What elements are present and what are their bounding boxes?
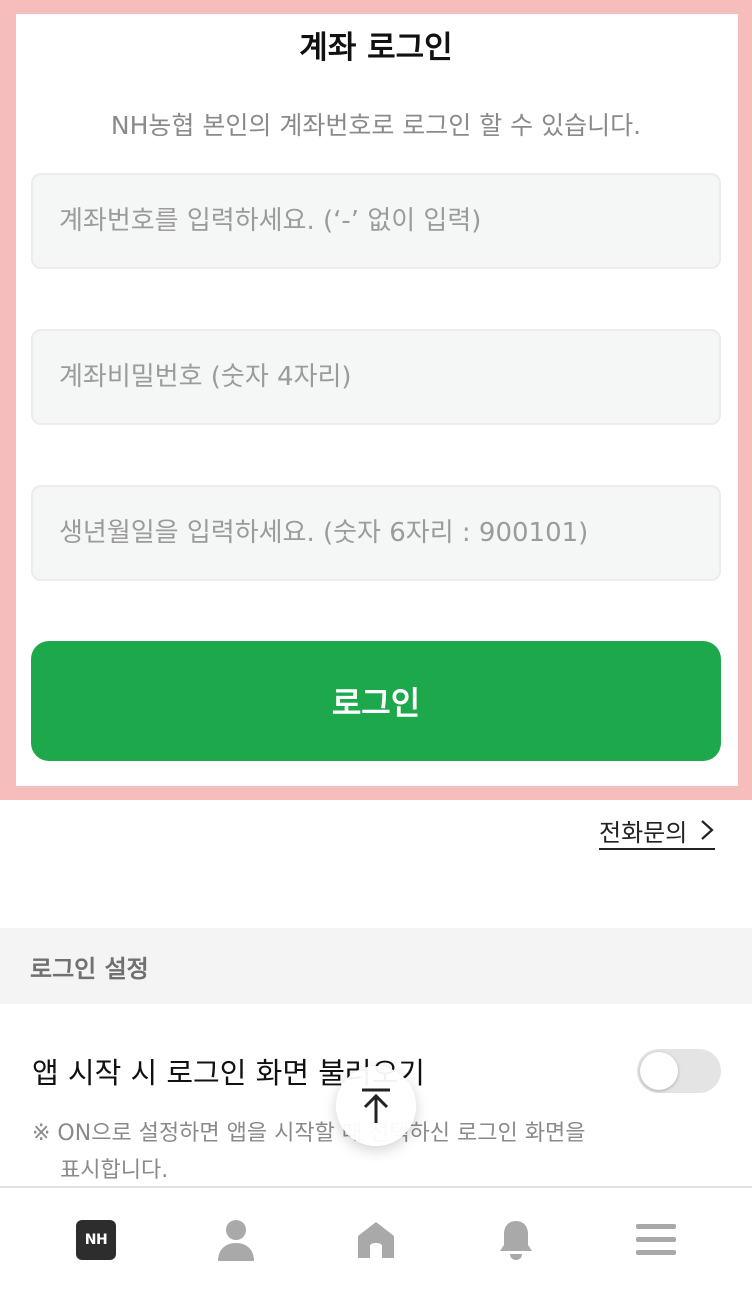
home-icon xyxy=(358,1222,394,1258)
chevron-right-icon xyxy=(701,820,714,840)
nav-item-nh[interactable]: NH xyxy=(46,1200,146,1280)
nav-item-menu[interactable] xyxy=(606,1200,706,1280)
note-line-1: ※ ON으로 설정하면 앱을 시작할 때 선택하신 로그인 화면을 xyxy=(32,1121,586,1146)
note-line-2: 표시합니다. xyxy=(60,1158,169,1183)
section-title: 로그인 설정 xyxy=(30,954,149,983)
bottom-navigation: NH xyxy=(0,1186,752,1292)
arrow-up-icon xyxy=(362,1088,390,1123)
login-button[interactable]: 로그인 xyxy=(31,641,721,761)
birthdate-input[interactable] xyxy=(31,485,721,581)
page-title: 계좌 로그인 xyxy=(299,30,453,66)
phone-inquiry-label: 전화문의 xyxy=(599,818,688,847)
nav-item-profile[interactable] xyxy=(186,1200,286,1280)
login-settings-header: 로그인 설정 xyxy=(0,928,752,1004)
auto-login-toggle[interactable] xyxy=(637,1049,721,1093)
toggle-knob xyxy=(640,1052,678,1090)
nav-item-home[interactable] xyxy=(326,1200,426,1280)
nh-logo: NH xyxy=(76,1220,116,1260)
login-description: NH농협 본인의 계좌번호로 로그인 할 수 있습니다. xyxy=(110,111,642,140)
person-icon xyxy=(218,1220,254,1261)
nav-item-notifications[interactable] xyxy=(466,1200,566,1280)
phone-inquiry-link[interactable]: 전화문의 xyxy=(599,812,716,850)
menu-icon xyxy=(636,1224,676,1255)
account-number-input[interactable] xyxy=(31,173,721,269)
account-password-input[interactable] xyxy=(31,329,721,425)
scroll-to-top-button[interactable] xyxy=(336,1066,416,1146)
bell-icon xyxy=(500,1221,532,1260)
